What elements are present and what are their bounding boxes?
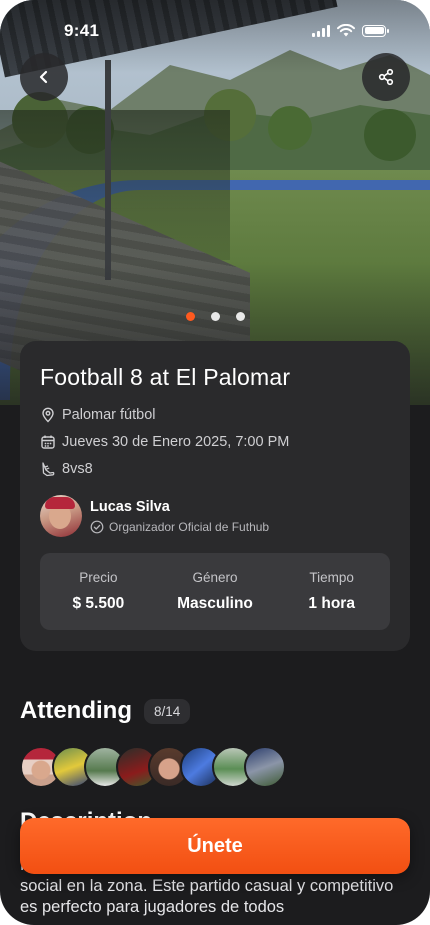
carousel-dot[interactable] xyxy=(235,312,245,321)
location-pin-icon xyxy=(42,407,54,423)
calendar-icon xyxy=(41,435,55,449)
back-button[interactable] xyxy=(20,53,68,101)
carousel-dot[interactable] xyxy=(210,312,220,321)
shoe-icon xyxy=(42,462,55,477)
stat-value: $ 5.500 xyxy=(72,595,125,612)
chevron-left-icon xyxy=(39,70,48,84)
stat-label: Género xyxy=(192,570,238,585)
wifi-icon xyxy=(337,24,355,37)
organizer-role: Organizador Oficial de Futhub xyxy=(109,519,270,534)
carousel-indicator xyxy=(0,312,430,321)
event-format-text: 8vs8 xyxy=(62,461,93,477)
event-location-text: Palomar fútbol xyxy=(62,407,156,423)
stat-label: Precio xyxy=(79,570,118,585)
attending-header: Attending 8/14 xyxy=(20,697,191,725)
status-bar: 9:41 xyxy=(0,0,430,60)
verified-check-icon xyxy=(90,520,104,533)
event-stats: Precio $ 5.500 Género Masculino Tiempo 1… xyxy=(40,553,390,630)
stat-label: Tiempo xyxy=(309,570,354,585)
event-format: 8vs8 xyxy=(40,461,93,477)
join-button[interactable]: Únete xyxy=(20,818,410,874)
screen: 9:41 Football 8 at El Palomar Palomar fú… xyxy=(0,0,430,925)
attending-heading: Attending xyxy=(20,697,132,724)
organizer-name: Lucas Silva xyxy=(90,498,170,515)
event-datetime-text: Jueves 30 de Enero 2025, 7:00 PM xyxy=(62,434,290,450)
event-location[interactable]: Palomar fútbol xyxy=(40,407,156,423)
event-title: Football 8 at El Palomar xyxy=(40,364,291,390)
stat-time: Tiempo 1 hora xyxy=(273,553,390,630)
organizer-avatar[interactable] xyxy=(40,495,82,537)
attending-count-badge: 8/14 xyxy=(143,698,191,724)
cellular-signal-icon xyxy=(312,24,330,37)
attendee-avatar[interactable] xyxy=(244,746,286,788)
stat-gender: Género Masculino xyxy=(157,553,274,630)
organizer-profile[interactable]: Lucas Silva Organizador Oficial de Futhu… xyxy=(40,495,269,537)
attendee-avatars[interactable] xyxy=(20,746,286,788)
battery-icon xyxy=(362,24,389,37)
share-icon xyxy=(378,68,394,86)
carousel-dot-active[interactable] xyxy=(185,312,195,321)
stat-value: Masculino xyxy=(177,595,253,612)
stat-price: Precio $ 5.500 xyxy=(40,553,157,630)
stat-value: 1 hora xyxy=(308,595,355,612)
event-card: Football 8 at El Palomar Palomar fútbol … xyxy=(20,341,410,651)
share-button[interactable] xyxy=(362,53,410,101)
status-time: 9:41 xyxy=(64,21,100,40)
event-datetime: Jueves 30 de Enero 2025, 7:00 PM xyxy=(40,434,289,450)
